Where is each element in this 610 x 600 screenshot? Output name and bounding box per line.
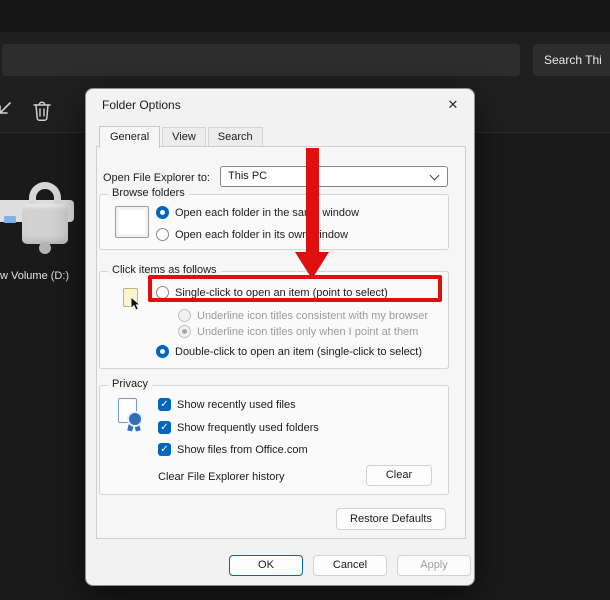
tab-general[interactable]: General	[99, 126, 160, 148]
checkbox-icon: ✓	[158, 443, 171, 456]
checkbox-recent-files[interactable]: ✓ Show recently used files	[158, 397, 296, 412]
annotation-arrow-shaft	[306, 148, 319, 254]
lock-icon-knob	[39, 242, 51, 254]
drive-icon-accent	[4, 216, 16, 223]
checkbox-icon: ✓	[158, 398, 171, 411]
checkbox-office-files[interactable]: ✓ Show files from Office.com	[158, 442, 308, 457]
cancel-button[interactable]: Cancel	[313, 555, 387, 576]
radio-icon	[156, 228, 169, 241]
address-bar[interactable]	[2, 44, 520, 76]
search-text: Search Thi	[544, 53, 602, 67]
apply-button: Apply	[397, 555, 471, 576]
clear-button[interactable]: Clear	[366, 465, 432, 486]
screen: Search Thi w Volume (D:) Folder Options …	[0, 0, 610, 600]
lock-icon	[22, 204, 68, 244]
clear-history-label: Clear File Explorer history	[158, 471, 285, 483]
tab-strip: General View Search	[99, 126, 265, 148]
drive-volume-label[interactable]: w Volume (D:)	[0, 270, 84, 282]
radio-icon	[156, 206, 169, 219]
radio-label: Underline icon titles only when I point …	[197, 326, 418, 338]
checkbox-label: Show frequently used folders	[177, 422, 319, 434]
delete-icon[interactable]	[31, 99, 53, 123]
radio-label: Open each folder in the same window	[175, 207, 359, 219]
explorer-titlebar	[0, 0, 610, 32]
explorer-toolbar: Search Thi	[0, 32, 610, 88]
browse-folders-group: Browse folders Open each folder in the s…	[99, 194, 449, 250]
pointer-document-icon	[123, 288, 145, 314]
checkbox-label: Show files from Office.com	[177, 444, 308, 456]
radio-label: Double-click to open an item (single-cli…	[175, 346, 422, 358]
radio-label: Underline icon titles consistent with my…	[197, 310, 428, 322]
ok-button[interactable]: OK	[229, 555, 303, 576]
radio-icon	[156, 345, 169, 358]
radio-icon	[178, 309, 191, 322]
radio-double-click[interactable]: Double-click to open an item (single-cli…	[156, 344, 422, 359]
radio-underline-point: Underline icon titles only when I point …	[178, 324, 418, 339]
checkbox-icon: ✓	[158, 421, 171, 434]
open-to-value: This PC	[228, 170, 267, 182]
tab-search[interactable]: Search	[208, 127, 263, 146]
open-file-explorer-label: Open File Explorer to:	[103, 172, 210, 184]
dialog-title: Folder Options	[102, 98, 181, 112]
folder-window-icon	[115, 206, 149, 238]
privacy-certificate-icon	[117, 398, 143, 430]
close-icon[interactable]: ✕	[442, 94, 464, 116]
radio-open-same-window[interactable]: Open each folder in the same window	[156, 205, 359, 220]
tab-panel-general: Open File Explorer to: This PC Browse fo…	[96, 146, 466, 539]
tab-view[interactable]: View	[162, 127, 206, 146]
annotation-highlight-rect	[148, 275, 442, 302]
radio-open-own-window[interactable]: Open each folder in its own window	[156, 227, 348, 242]
radio-label: Open each folder in its own window	[175, 229, 348, 241]
privacy-group: Privacy ✓ Show recently used files ✓ Sho…	[99, 385, 449, 495]
radio-icon	[178, 325, 191, 338]
privacy-title: Privacy	[108, 378, 152, 390]
cursor-arrow-icon	[130, 297, 141, 311]
radio-underline-consistent: Underline icon titles consistent with my…	[178, 308, 428, 323]
folder-options-dialog: Folder Options ✕ General View Search Ope…	[85, 88, 475, 586]
search-input[interactable]: Search Thi	[533, 44, 610, 76]
checkbox-frequent-folders[interactable]: ✓ Show frequently used folders	[158, 420, 319, 435]
toolbar-icon-partial[interactable]	[0, 100, 12, 120]
chevron-down-icon	[430, 171, 440, 181]
open-to-dropdown[interactable]: This PC	[220, 166, 448, 187]
browse-folders-title: Browse folders	[108, 187, 189, 199]
checkbox-label: Show recently used files	[177, 399, 296, 411]
restore-defaults-button[interactable]: Restore Defaults	[336, 508, 446, 530]
